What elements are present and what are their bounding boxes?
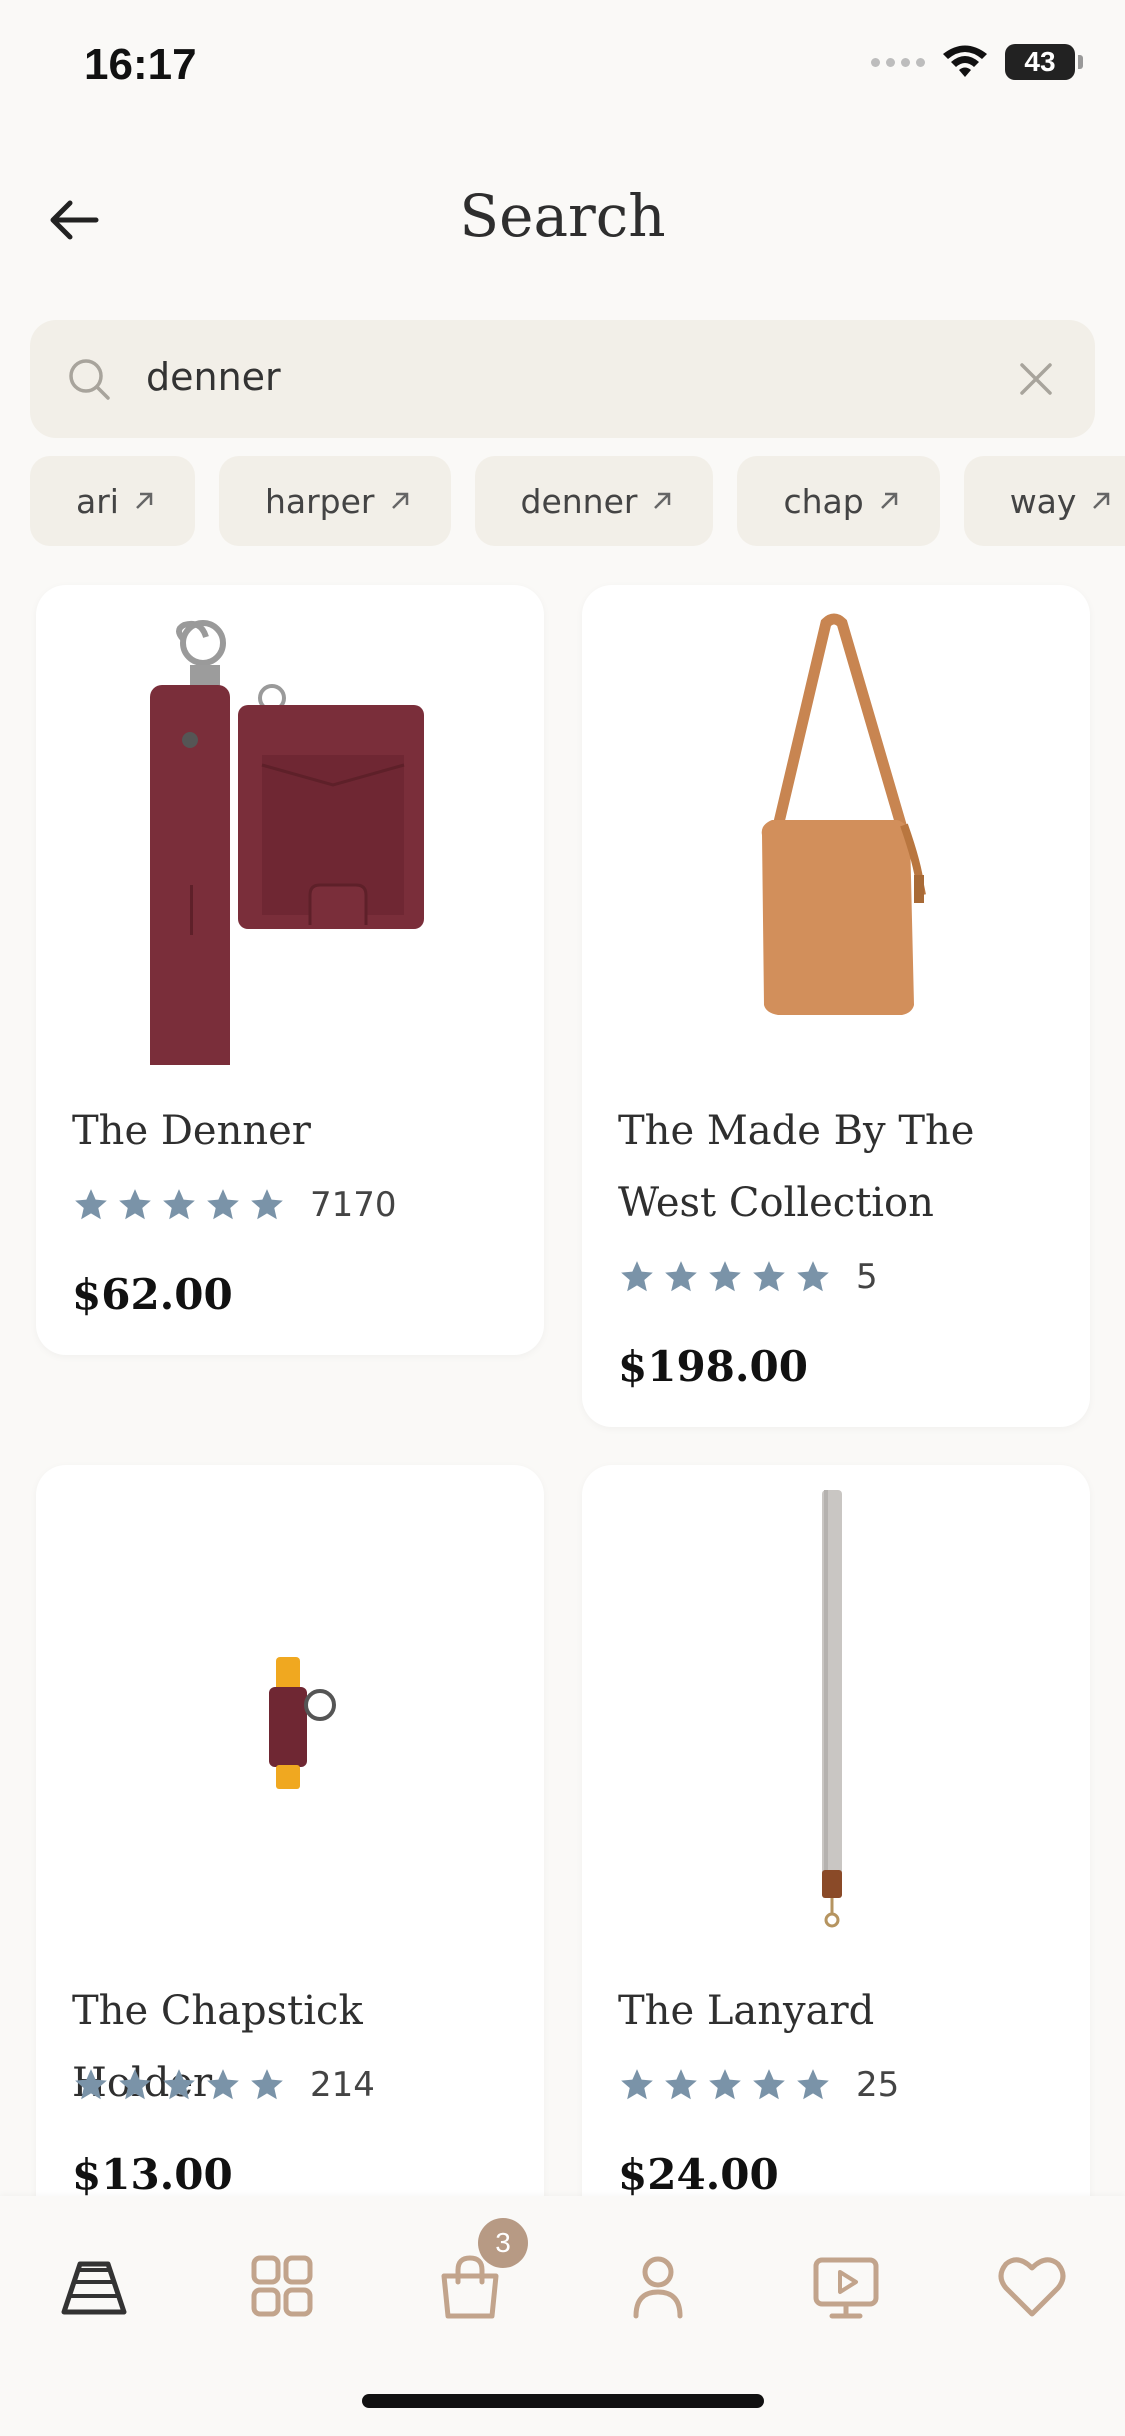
product-rating: 5	[618, 1257, 878, 1297]
star-icon	[163, 1189, 195, 1220]
product-card[interactable]: The Lanyard 25 $24.00	[582, 1465, 1090, 2245]
product-price: $198.00	[618, 1342, 808, 1391]
product-name: The Made By The West Collection	[618, 1108, 975, 1226]
star-icon	[753, 2069, 785, 2100]
star-icon	[753, 1261, 785, 1292]
suggestion-chip[interactable]: chap	[737, 456, 940, 546]
page-title: Search	[459, 182, 666, 250]
tab-categories[interactable]	[242, 2246, 322, 2326]
tab-account[interactable]	[618, 2246, 698, 2326]
tab-home[interactable]	[54, 2246, 134, 2326]
arrow-up-right-icon	[654, 492, 671, 509]
product-rating: 25	[618, 2065, 899, 2105]
star-icon	[75, 2069, 107, 2100]
product-name: The Lanyard	[618, 1988, 875, 2034]
suggestion-chip[interactable]: denner	[474, 456, 714, 546]
product-name: The Denner	[72, 1108, 311, 1154]
arrow-up-right-icon	[880, 492, 897, 509]
product-card[interactable]: The Chapstick Holder 214 $13.00	[36, 1465, 544, 2245]
product-price: $62.00	[72, 1270, 233, 1319]
tab-favorites[interactable]	[992, 2246, 1072, 2326]
arrow-up-right-icon	[391, 492, 408, 509]
star-icon	[163, 2069, 195, 2100]
star-icon	[621, 1261, 653, 1292]
star-icon	[621, 2069, 653, 2100]
home-indicator	[362, 2394, 764, 2408]
status-icons: 43	[871, 44, 1083, 80]
star-icon	[119, 2069, 151, 2100]
status-time: 16:17	[84, 40, 197, 89]
arrow-up-right-icon	[1093, 492, 1110, 509]
grid-icon	[251, 2255, 313, 2317]
account-icon	[633, 2256, 683, 2319]
product-card[interactable]: The Denner 7170 $62.00	[36, 585, 544, 1355]
star-icon	[665, 1261, 697, 1292]
heart-icon	[998, 2257, 1066, 2317]
star-icon	[207, 2069, 239, 2100]
home-icon	[61, 2261, 127, 2315]
rating-count: 25	[856, 2065, 900, 2105]
product-price: $13.00	[72, 2150, 233, 2199]
star-icon	[75, 1189, 107, 1220]
search-bar	[30, 320, 1095, 438]
rating-count: 214	[310, 2065, 375, 2105]
status-bar: 16:17 43	[0, 0, 1125, 140]
star-icon	[797, 1261, 829, 1292]
star-icon	[709, 2069, 741, 2100]
star-icon	[251, 1189, 283, 1220]
header: Search	[0, 160, 1125, 280]
star-icon	[665, 2069, 697, 2100]
search-input[interactable]	[144, 354, 948, 400]
product-price: $24.00	[618, 2150, 779, 2199]
suggestion-chip[interactable]: harper	[218, 456, 451, 546]
search-icon	[69, 359, 110, 400]
star-icon	[119, 1189, 151, 1220]
product-image	[150, 620, 424, 1065]
suggestion-chip[interactable]: way	[963, 456, 1125, 546]
suggestion-chip[interactable]: ari	[30, 456, 195, 546]
product-card[interactable]: The Made By The West Collection 5 $198.0…	[582, 585, 1090, 1427]
tab-videos[interactable]	[806, 2246, 886, 2326]
star-icon	[207, 1189, 239, 1220]
rating-count: 5	[856, 1257, 878, 1297]
signal-icon	[871, 57, 925, 67]
product-image	[761, 613, 926, 1015]
arrow-up-right-icon	[136, 492, 153, 509]
battery-icon: 43	[1005, 44, 1083, 80]
product-image	[822, 1490, 842, 1928]
star-icon	[709, 1261, 741, 1292]
cart-badge: 3	[478, 2218, 528, 2268]
video-icon	[813, 2257, 879, 2319]
product-rating: 7170	[72, 1185, 397, 1225]
star-icon	[797, 2069, 829, 2100]
product-rating: 214	[72, 2065, 375, 2105]
rating-count: 7170	[310, 1185, 397, 1225]
star-icon	[251, 2069, 283, 2100]
wifi-icon	[943, 45, 987, 77]
product-image	[269, 1657, 336, 1789]
suggestion-chips: ari harper denner chap way	[30, 456, 1125, 548]
clear-search-icon[interactable]	[1017, 360, 1055, 398]
